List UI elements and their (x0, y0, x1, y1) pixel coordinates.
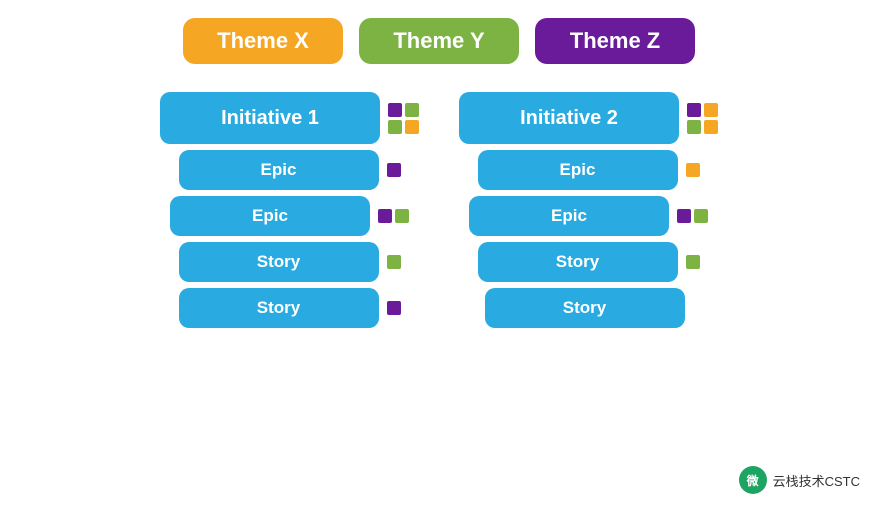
dot (704, 120, 718, 134)
watermark-text: 云栈技术CSTC (773, 471, 860, 490)
dot (388, 120, 402, 134)
epic-1-row: Epic (179, 150, 401, 190)
dot (387, 163, 401, 177)
story-2-item: Story (179, 288, 379, 328)
initiative-2-item: Initiative 2 (459, 92, 679, 144)
initiative-2-row: Initiative 2 (459, 92, 718, 144)
dot (378, 209, 392, 223)
story-1-item: Story (179, 242, 379, 282)
epic-3-row: Epic (478, 150, 700, 190)
dot (687, 103, 701, 117)
dot (694, 209, 708, 223)
story-2-dots (387, 301, 401, 315)
epic-2-dots (378, 209, 409, 223)
story-3-item: Story (478, 242, 678, 282)
story-3-dots (686, 255, 700, 269)
dot (395, 209, 409, 223)
dot (387, 301, 401, 315)
story-4-item: Story (485, 288, 685, 328)
watermark-icon: 微 (739, 466, 767, 494)
story-1-dots (387, 255, 401, 269)
epic-4-item: Epic (469, 196, 669, 236)
initiatives-area: Initiative 1 Epic Epic (160, 92, 718, 328)
dot (687, 120, 701, 134)
main-container: Theme X Theme Y Theme Z Initiative 1 Epi… (0, 0, 878, 512)
dot (405, 120, 419, 134)
epic-4-row: Epic (469, 196, 708, 236)
watermark: 微 云栈技术CSTC (739, 466, 860, 494)
story-1-row: Story (179, 242, 401, 282)
epic-1-item: Epic (179, 150, 379, 190)
story-2-row: Story (179, 288, 401, 328)
initiative-2-dots (687, 103, 718, 134)
initiative-1-col: Initiative 1 Epic Epic (160, 92, 419, 328)
dot (686, 255, 700, 269)
theme-x-badge: Theme X (183, 18, 343, 64)
dot (704, 103, 718, 117)
theme-z-badge: Theme Z (535, 18, 695, 64)
initiative-1-dots (388, 103, 419, 134)
story-4-row: Story (485, 288, 693, 328)
dot (405, 103, 419, 117)
story-3-row: Story (478, 242, 700, 282)
dot (388, 103, 402, 117)
epic-3-item: Epic (478, 150, 678, 190)
themes-row: Theme X Theme Y Theme Z (183, 18, 695, 64)
dot (677, 209, 691, 223)
epic-2-row: Epic (170, 196, 409, 236)
epic-4-dots (677, 209, 708, 223)
theme-y-badge: Theme Y (359, 18, 519, 64)
epic-2-item: Epic (170, 196, 370, 236)
initiative-2-col: Initiative 2 Epic Epic (459, 92, 718, 328)
epic-3-dots (686, 163, 700, 177)
initiative-1-row: Initiative 1 (160, 92, 419, 144)
dot (686, 163, 700, 177)
initiative-1-item: Initiative 1 (160, 92, 380, 144)
epic-1-dots (387, 163, 401, 177)
dot (387, 255, 401, 269)
